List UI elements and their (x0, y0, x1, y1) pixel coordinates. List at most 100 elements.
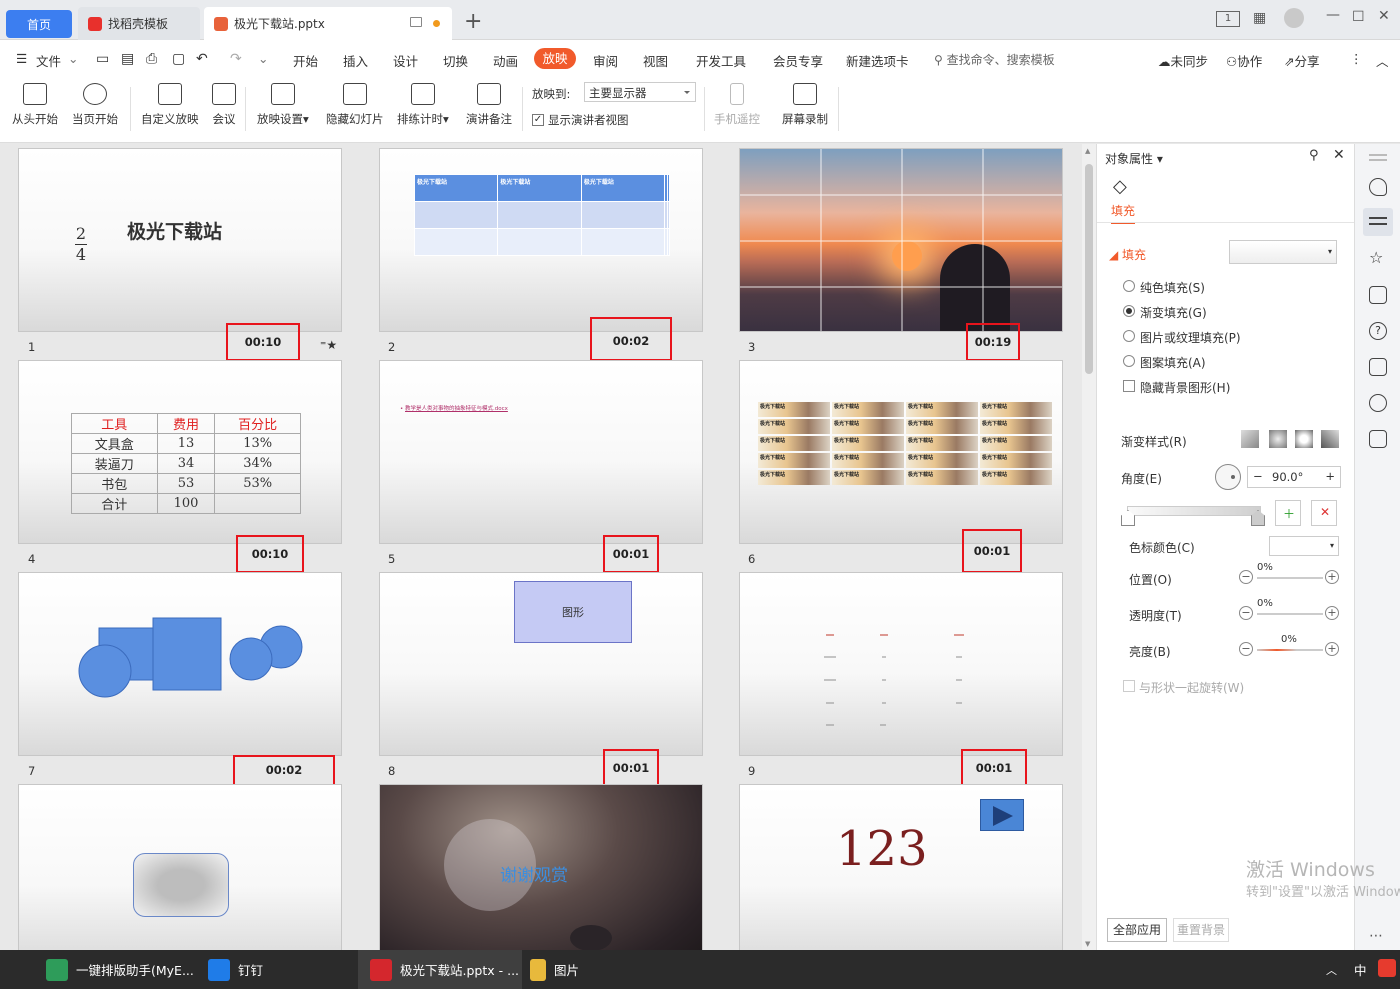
monitor-select[interactable]: 主要显示器 (584, 82, 696, 102)
slide-thumbnail[interactable]: 谢谢观赏 (379, 784, 703, 950)
new-tab-button[interactable]: + (464, 9, 482, 34)
brightness-slider[interactable] (1257, 649, 1323, 651)
menu-view[interactable]: 视图 (643, 51, 668, 70)
print-preview-icon[interactable]: ▢ (172, 51, 185, 67)
play-from-current-button[interactable]: 当页开始 (72, 83, 118, 127)
gradient-radial-button[interactable] (1269, 430, 1287, 448)
menu-start[interactable]: 开始 (293, 51, 318, 70)
decrement-icon[interactable]: − (1253, 469, 1263, 483)
tab-fill[interactable]: 填充 (1111, 202, 1136, 224)
rocket-icon[interactable] (1369, 178, 1387, 196)
help-icon[interactable]: ? (1369, 322, 1387, 340)
screen-record-button[interactable]: 屏幕录制 (782, 83, 828, 127)
slide-thumbnail[interactable]: 2 4 极光下载站 (18, 148, 342, 332)
menu-slideshow[interactable]: 放映 (534, 48, 576, 69)
chevron-down-icon[interactable]: ⌄ (68, 51, 78, 66)
slide-thumbnail[interactable]: 极光下载站 极光下载站 极光下载站 极光下载站 极光下载站 极光下载站 极光下载站 极光下载站… (739, 360, 1063, 544)
slide-thumbnail[interactable]: • 教学是人类对事物的抽象特征与模式.docx (379, 360, 703, 544)
tab-home[interactable]: 首页 (6, 10, 72, 38)
position-decrease-icon[interactable]: − (1239, 570, 1253, 584)
grid-icon[interactable]: ▦ (1253, 10, 1266, 26)
slide-thumbnail[interactable] (18, 784, 342, 950)
play-from-start-button[interactable]: 从头开始 (12, 83, 58, 127)
collapse-ribbon-icon[interactable]: ︿ (1376, 51, 1389, 70)
panel-title[interactable]: 对象属性 ▾ (1105, 150, 1163, 167)
menu-review[interactable]: 审阅 (593, 51, 618, 70)
vertical-scrollbar[interactable]: ▲ ▼ (1082, 144, 1096, 950)
slide-thumbnail[interactable]: 工具 费用 百分比 文具盒 13 13% 装逼刀 34 34% 书包 53 53% 合计 10… (18, 360, 342, 544)
hide-slide-button[interactable]: 隐藏幻灯片 (326, 83, 384, 127)
gradient-path-button[interactable] (1321, 430, 1339, 448)
command-search[interactable]: ⚲ 查找命令、搜索模板 (934, 51, 1055, 68)
rotate-with-shape-checkbox[interactable] (1123, 680, 1135, 692)
add-stop-button[interactable]: ＋ (1275, 500, 1301, 526)
taskbar-app-pictures[interactable]: 图片 (530, 950, 579, 989)
taskbar-app-dingtalk[interactable]: 钉钉 (208, 950, 263, 989)
slide-thumbnail[interactable] (739, 572, 1063, 756)
star-icon[interactable]: ☆ (1369, 250, 1387, 268)
copy-icon[interactable] (1369, 286, 1387, 304)
radio-picture-fill[interactable] (1123, 330, 1135, 342)
brightness-decrease-icon[interactable]: − (1239, 642, 1253, 656)
more-icon[interactable]: ⋮ (1350, 51, 1363, 66)
tab-document[interactable]: 极光下载站.pptx (204, 7, 452, 40)
scroll-down-icon[interactable]: ▼ (1085, 940, 1090, 948)
show-settings-button[interactable]: 放映设置▾ (257, 83, 309, 127)
remove-stop-button[interactable]: ✕ (1311, 500, 1337, 526)
radio-gradient-fill[interactable] (1123, 305, 1135, 317)
scrollbar-thumb[interactable] (1085, 164, 1093, 374)
ime-indicator[interactable]: 中 (1354, 950, 1367, 989)
reset-background-button[interactable]: 重置背景 (1173, 918, 1229, 942)
apply-all-button[interactable]: 全部应用 (1107, 918, 1167, 942)
phone-remote-button[interactable]: 手机遥控 (714, 83, 760, 127)
slide-thumbnail[interactable] (739, 148, 1063, 332)
compass-icon[interactable] (1369, 394, 1387, 412)
avatar[interactable] (1284, 8, 1304, 28)
page-indicator-icon[interactable]: 1 (1216, 11, 1240, 27)
slide-thumbnail[interactable] (18, 572, 342, 756)
menu-insert[interactable]: 插入 (343, 51, 368, 70)
pin-icon[interactable]: ⚲ (1309, 148, 1319, 163)
fill-preset-dropdown[interactable]: ▾ (1229, 240, 1337, 264)
radio-solid-fill[interactable] (1123, 280, 1135, 292)
custom-show-button[interactable]: 自定义放映 (141, 83, 199, 127)
export-pdf-icon[interactable]: ▤ (121, 51, 134, 67)
monitor-icon[interactable] (410, 17, 422, 27)
slide-thumbnail[interactable]: 图形 (379, 572, 703, 756)
slide-thumbnail[interactable]: 123 (739, 784, 1063, 950)
panel-close-icon[interactable]: ✕ (1333, 147, 1345, 163)
angle-dial[interactable] (1215, 464, 1241, 490)
more-chevron-icon[interactable]: ⌄ (258, 51, 268, 66)
tab-templates[interactable]: 找稻壳模板 (78, 7, 200, 40)
hide-background-checkbox[interactable] (1123, 380, 1135, 392)
stop-color-dropdown[interactable]: ▾ (1269, 536, 1339, 556)
minimize-icon[interactable]: — (1326, 7, 1340, 23)
menu-member[interactable]: 会员专享 (773, 51, 823, 70)
sync-status[interactable]: ☁未同步 (1158, 51, 1208, 70)
speaker-notes-button[interactable]: 演讲备注 (466, 83, 512, 127)
gradient-linear-button[interactable] (1241, 430, 1259, 448)
radio-pattern-fill[interactable] (1123, 355, 1135, 367)
transparency-decrease-icon[interactable]: − (1239, 606, 1253, 620)
transparency-increase-icon[interactable]: + (1325, 606, 1339, 620)
menu-animation[interactable]: 动画 (493, 51, 518, 70)
menu-new-tab[interactable]: 新建选项卡 (846, 51, 909, 70)
tag-icon[interactable] (1369, 358, 1387, 376)
print-icon[interactable]: ⎙ (146, 51, 157, 67)
collaborate-button[interactable]: ⚇协作 (1226, 51, 1262, 70)
presenter-view-checkbox[interactable]: ✓ (532, 114, 544, 126)
close-icon[interactable]: ✕ (1378, 8, 1390, 24)
position-slider[interactable] (1257, 577, 1323, 579)
save-icon[interactable]: ▭ (96, 51, 109, 67)
gradient-rect-button[interactable] (1295, 430, 1313, 448)
meeting-button[interactable]: 会议 (212, 83, 236, 127)
increment-icon[interactable]: + (1325, 469, 1335, 483)
menu-design[interactable]: 设计 (393, 51, 418, 70)
menu-file[interactable]: 文件 (36, 51, 61, 70)
brightness-increase-icon[interactable]: + (1325, 642, 1339, 656)
wps-tray-icon[interactable] (1378, 959, 1396, 977)
scroll-up-icon[interactable]: ▲ (1085, 147, 1090, 155)
redo-icon[interactable]: ↷ (230, 51, 242, 67)
rehearse-timing-button[interactable]: 排练计时▾ (397, 83, 449, 127)
maximize-icon[interactable]: ☐ (1352, 9, 1365, 25)
